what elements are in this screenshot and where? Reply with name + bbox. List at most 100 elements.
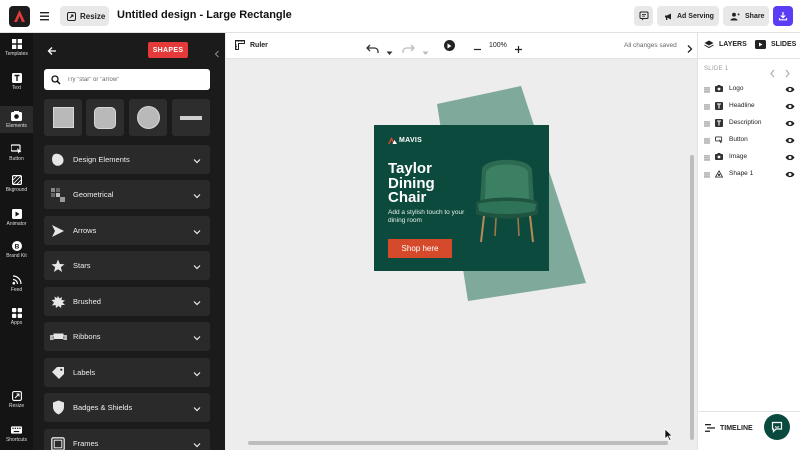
image-icon — [715, 153, 723, 160]
category-badges-shields[interactable]: Badges & Shields — [44, 393, 210, 422]
category-label: Arrows — [73, 226, 97, 235]
share-button[interactable]: Share — [723, 6, 769, 26]
play-preview-button[interactable] — [444, 40, 455, 51]
zoom-in-icon[interactable] — [514, 41, 523, 59]
frame-icon — [48, 436, 68, 450]
rail-item-animator[interactable]: Animator — [0, 208, 33, 234]
rail-item-button[interactable]: Button — [0, 143, 33, 169]
redo-icon[interactable] — [402, 41, 415, 59]
eye-icon[interactable] — [785, 131, 795, 149]
rail-item-background[interactable]: Bkground — [0, 174, 33, 200]
download-button[interactable] — [773, 6, 793, 26]
layer-name: Logo — [729, 85, 744, 92]
app-logo[interactable] — [9, 6, 30, 27]
comment-button[interactable] — [634, 6, 653, 26]
layer-row-description[interactable]: Description — [698, 115, 800, 130]
svg-text:B: B — [14, 243, 19, 250]
drag-handle-icon[interactable] — [704, 97, 710, 115]
eye-icon[interactable] — [785, 148, 795, 166]
layer-row-button[interactable]: Button — [698, 132, 800, 147]
elements-icon — [11, 110, 22, 121]
rail-item-shortcuts[interactable]: Shortcuts — [0, 424, 33, 450]
chair-image[interactable] — [468, 152, 546, 247]
mouse-cursor-icon — [664, 428, 673, 441]
eye-icon[interactable] — [785, 97, 795, 115]
zoom-out-icon[interactable] — [473, 41, 482, 59]
ad-logo[interactable]: MAVIS — [388, 137, 422, 144]
category-ribbons[interactable]: Ribbons — [44, 322, 210, 351]
ruler-toggle[interactable]: Ruler — [235, 40, 268, 50]
category-brushed[interactable]: Brushed — [44, 287, 210, 316]
category-labels[interactable]: Labels — [44, 358, 210, 387]
category-geometrical[interactable]: Geometrical — [44, 180, 210, 209]
rail-item-label: Shortcuts — [5, 437, 28, 443]
shape-rounded-square[interactable] — [86, 99, 124, 136]
rail-item-apps[interactable]: Apps — [0, 307, 33, 333]
category-stars[interactable]: Stars — [44, 251, 210, 280]
ad-banner[interactable]: MAVIS Taylor Dining Chair Add a stylish … — [374, 125, 549, 271]
back-arrow-icon[interactable] — [46, 44, 58, 56]
collapse-panel-icon[interactable] — [213, 46, 221, 58]
rail-item-feed[interactable]: Feed — [0, 274, 33, 300]
ad-shop-button[interactable]: Shop here — [388, 239, 452, 258]
ad-serving-button[interactable]: Ad Serving — [657, 6, 719, 26]
layer-row-shape-1[interactable]: Shape 1 — [698, 166, 800, 181]
rail-item-elements[interactable]: Elements — [0, 106, 33, 133]
panel-title-badge: SHAPES — [148, 42, 188, 58]
tab-slides[interactable]: SLIDES — [755, 40, 796, 49]
category-label: Brushed — [73, 297, 101, 306]
layer-row-image[interactable]: Image — [698, 149, 800, 164]
ruler-label: Ruler — [250, 41, 268, 49]
rail-item-text[interactable]: Text — [0, 72, 33, 98]
chevron-down-icon — [193, 435, 201, 450]
menu-icon[interactable] — [38, 8, 52, 24]
shape-square[interactable] — [44, 99, 82, 136]
layer-row-logo[interactable]: Logo — [698, 81, 800, 96]
drag-handle-icon[interactable] — [704, 131, 710, 149]
eye-icon[interactable] — [785, 114, 795, 132]
resize-button[interactable]: Resize — [60, 6, 109, 26]
line-shape-icon — [180, 115, 202, 120]
tab-layers-label: LAYERS — [719, 41, 747, 48]
shape-circle[interactable] — [129, 99, 167, 136]
rail-item-brand-kit[interactable]: B Brand Kit — [0, 240, 33, 266]
shape-search-field[interactable] — [44, 69, 210, 90]
undo-icon[interactable] — [366, 41, 379, 59]
category-design-elements[interactable]: Design Elements — [44, 145, 210, 174]
ad-description[interactable]: Add a stylish touch to your dining room — [388, 209, 468, 225]
shape-line[interactable] — [172, 99, 210, 136]
search-input[interactable] — [67, 76, 197, 83]
zoom-level[interactable]: 100% — [489, 42, 507, 49]
rail-item-resize[interactable]: Resize — [0, 390, 33, 416]
drag-handle-icon[interactable] — [704, 165, 710, 183]
geometrical-icon — [48, 187, 68, 202]
layer-name: Description — [729, 119, 762, 126]
chevron-right-icon[interactable] — [686, 41, 693, 59]
eye-icon[interactable] — [785, 165, 795, 183]
text-layer-icon — [715, 118, 723, 127]
feed-icon — [11, 274, 22, 285]
eye-icon[interactable] — [785, 80, 795, 98]
rail-item-label: Templates — [5, 51, 28, 57]
rail-item-templates[interactable]: Templates — [0, 38, 33, 64]
top-bar: Resize Untitled design - Large Rectangle… — [0, 0, 800, 33]
drag-handle-icon[interactable] — [704, 80, 710, 98]
ad-logo-text: MAVIS — [399, 137, 423, 144]
layer-row-headline[interactable]: Headline — [698, 98, 800, 113]
horizontal-scrollbar[interactable] — [248, 441, 668, 445]
chat-support-button[interactable] — [764, 414, 790, 440]
ad-serving-label: Ad Serving — [677, 12, 714, 20]
rail-item-label: Apps — [10, 320, 23, 326]
chevron-down-icon — [193, 257, 201, 275]
category-label: Design Elements — [73, 155, 130, 164]
category-arrows[interactable]: Arrows — [44, 216, 210, 245]
tab-layers[interactable]: LAYERS — [704, 40, 747, 49]
drag-handle-icon[interactable] — [704, 148, 710, 166]
document-title[interactable]: Untitled design - Large Rectangle — [117, 9, 292, 21]
vertical-scrollbar[interactable] — [690, 155, 694, 440]
category-frames[interactable]: Frames — [44, 429, 210, 450]
drag-handle-icon[interactable] — [704, 114, 710, 132]
ad-headline[interactable]: Taylor Dining Chair — [388, 161, 435, 206]
circle-shape-icon — [136, 106, 160, 129]
slides-icon — [755, 40, 766, 49]
